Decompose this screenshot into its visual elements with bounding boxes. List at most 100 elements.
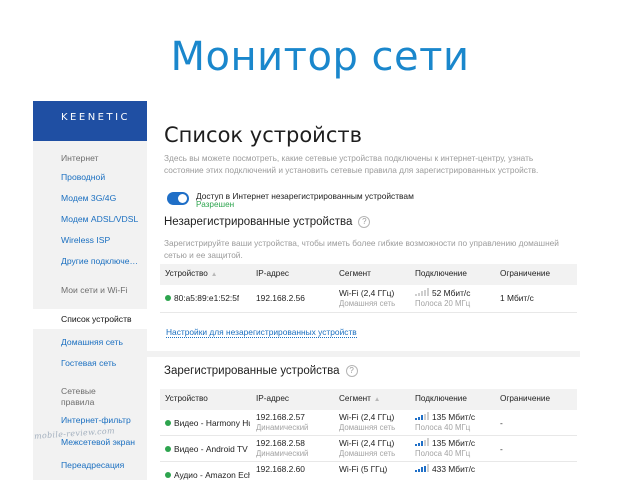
segment-sub: Домашняя сеть [339, 449, 396, 458]
connection-speed: 52 Мбит/с [432, 288, 471, 298]
toggle-status: Разрешен [196, 200, 235, 209]
table-row[interactable]: Видео - Harmony Hub 192.168.2.57 Динамиче… [160, 410, 577, 436]
column-device[interactable]: Устройство ▲ [165, 269, 217, 278]
unregistered-access-toggle[interactable] [167, 192, 189, 205]
online-status-icon [165, 420, 171, 426]
unregistered-hint: Зарегистрируйте ваши устройства, чтобы и… [164, 238, 559, 260]
sidebar-item-internet-filter[interactable]: Интернет-фильтр [61, 415, 131, 425]
table-row[interactable]: Видео - Android TV 192.168.2.58 Динамичес… [160, 436, 577, 462]
sidebar-item-other-connections[interactable]: Другие подключе… [61, 256, 138, 266]
sidebar-item-port-forwarding[interactable]: Переадресация [61, 460, 124, 470]
connection-band: Полоса 40 МГц [415, 423, 471, 432]
column-ip[interactable]: IP-адрес [256, 394, 289, 403]
device-name: Видео - Harmony Hub [174, 418, 250, 428]
help-icon[interactable]: ? [345, 365, 358, 377]
connection-cell: 52 Мбит/с Полоса 20 МГц [415, 288, 470, 308]
connection-speed: 135 Мбит/с [432, 438, 476, 448]
table-row[interactable]: 80:a5:89:e1:52:5f 192.168.2.56 Wi-Fi (2,… [160, 285, 577, 313]
device-cell: Видео - Harmony Hub [165, 418, 250, 428]
registered-table-header: Устройство IP-адрес Сегмент ▲ Подключение… [160, 389, 577, 410]
signal-strength-icon [415, 412, 429, 420]
router-web-interface: KEENETIC Интернет Проводной Модем 3G/4G … [33, 101, 580, 480]
connection-band: Полоса 40 МГц [415, 449, 471, 458]
segment-cell: Wi-Fi (2,4 ГГц) Домашняя сеть [339, 412, 395, 432]
limit-cell: - [500, 418, 503, 428]
segment-value: Wi-Fi (2,4 ГГц) [339, 288, 395, 298]
connection-cell: 135 Мбит/с Полоса 40 МГц [415, 438, 475, 458]
page-description: Здесь вы можете посмотреть, какие сетевы… [164, 153, 539, 175]
device-cell: Видео - Android TV [165, 444, 248, 454]
ip-cell: 192.168.2.58 Динамический [256, 438, 308, 458]
section-divider [147, 351, 580, 357]
sidebar-item-modem-3g4g[interactable]: Модем 3G/4G [61, 193, 116, 203]
sidebar-item-modem-adsl[interactable]: Модем ADSL/VDSL [61, 214, 138, 224]
segment-cell: Wi-Fi (2,4 ГГц) Домашняя сеть [339, 288, 395, 308]
sidebar-item-home-network[interactable]: Домашняя сеть [61, 337, 123, 347]
sort-ascending-icon: ▲ [210, 271, 218, 278]
segment-sub: Домашняя сеть [339, 299, 396, 308]
slide-title: Монитор сети [170, 34, 470, 80]
connection-cell: 135 Мбит/с Полоса 40 МГц [415, 412, 475, 432]
sort-ascending-icon: ▲ [373, 396, 381, 403]
ip-value: 192.168.2.58 [256, 438, 305, 448]
unregistered-title-text: Незарегистрированные устройства [164, 216, 353, 228]
ip-cell: 192.168.2.60 [256, 464, 305, 474]
device-cell: 80:a5:89:e1:52:5f [165, 293, 239, 303]
signal-strength-icon [415, 464, 429, 472]
ip-type: Динамический [256, 449, 309, 458]
sidebar-group-networks: Мои сети и Wi-Fi [61, 285, 128, 295]
main-content: Список устройств Здесь вы можете посмотр… [147, 101, 580, 480]
device-name: Видео - Android TV [174, 444, 248, 454]
limit-cell: - [500, 444, 503, 454]
sidebar-item-firewall[interactable]: Межсетевой экран [61, 437, 135, 447]
table-row[interactable]: Аудио - Amazon Echo 192.168.2.60 Wi-Fi (… [160, 462, 577, 480]
ip-type: Динамический [256, 423, 309, 432]
unregistered-table-header: Устройство ▲ IP-адрес Сегмент Подключение… [160, 264, 577, 285]
device-cell: Аудио - Amazon Echo [165, 470, 250, 480]
ip-cell: 192.168.2.57 Динамический [256, 412, 308, 432]
segment-sub: Домашняя сеть [339, 423, 396, 432]
column-connection[interactable]: Подключение [415, 269, 467, 278]
registered-section-title: Зарегистрированные устройства? [164, 365, 358, 377]
sidebar-item-wireless-isp[interactable]: Wireless ISP [61, 235, 110, 245]
segment-value: Wi-Fi (2,4 ГГц) [339, 412, 395, 422]
sidebar-item-device-list[interactable]: Список устройств [33, 309, 147, 329]
segment-cell: Wi-Fi (5 ГГц) [339, 464, 388, 474]
column-limit[interactable]: Ограничение [500, 269, 550, 278]
help-icon[interactable]: ? [358, 216, 371, 228]
online-status-icon [165, 295, 171, 301]
column-device-label: Устройство [165, 269, 208, 278]
ip-cell: 192.168.2.56 [256, 293, 305, 303]
limit-cell: 1 Мбит/с [500, 293, 534, 303]
connection-band: Полоса 20 МГц [415, 299, 471, 308]
device-mac: 80:a5:89:e1:52:5f [174, 293, 240, 303]
online-status-icon [165, 446, 171, 452]
keenetic-logo[interactable]: KEENETIC [61, 112, 130, 123]
connection-speed: 135 Мбит/с [432, 412, 476, 422]
sidebar-item-wired[interactable]: Проводной [61, 172, 105, 182]
column-device[interactable]: Устройство [165, 394, 208, 403]
column-segment-label: Сегмент [339, 394, 371, 403]
sidebar-group-internet: Интернет [61, 153, 99, 163]
column-segment[interactable]: Сегмент ▲ [339, 394, 380, 403]
column-ip[interactable]: IP-адрес [256, 269, 289, 278]
signal-strength-icon [415, 288, 429, 296]
device-name: Аудио - Amazon Echo [174, 470, 250, 480]
page-title: Список устройств [164, 123, 362, 147]
ip-value: 192.168.2.57 [256, 412, 305, 422]
column-limit[interactable]: Ограничение [500, 394, 550, 403]
connection-speed: 433 Мбит/с [432, 464, 476, 474]
segment-cell: Wi-Fi (2,4 ГГц) Домашняя сеть [339, 438, 395, 458]
device-list-card: Список устройств Здесь вы можете посмотр… [147, 101, 580, 480]
online-status-icon [165, 472, 171, 478]
unregistered-settings-link[interactable]: Настройки для незарегистрированных устро… [166, 327, 357, 338]
signal-strength-icon [415, 438, 429, 446]
sidebar-group-rules: Сетевые правила [61, 386, 96, 407]
connection-cell: 433 Мбит/с [415, 464, 475, 474]
unregistered-section-title: Незарегистрированные устройства? [164, 216, 371, 228]
registered-title-text: Зарегистрированные устройства [164, 365, 340, 377]
column-segment[interactable]: Сегмент [339, 269, 371, 278]
segment-value: Wi-Fi (2,4 ГГц) [339, 438, 395, 448]
sidebar-item-guest-network[interactable]: Гостевая сеть [61, 358, 116, 368]
column-connection[interactable]: Подключение [415, 394, 467, 403]
